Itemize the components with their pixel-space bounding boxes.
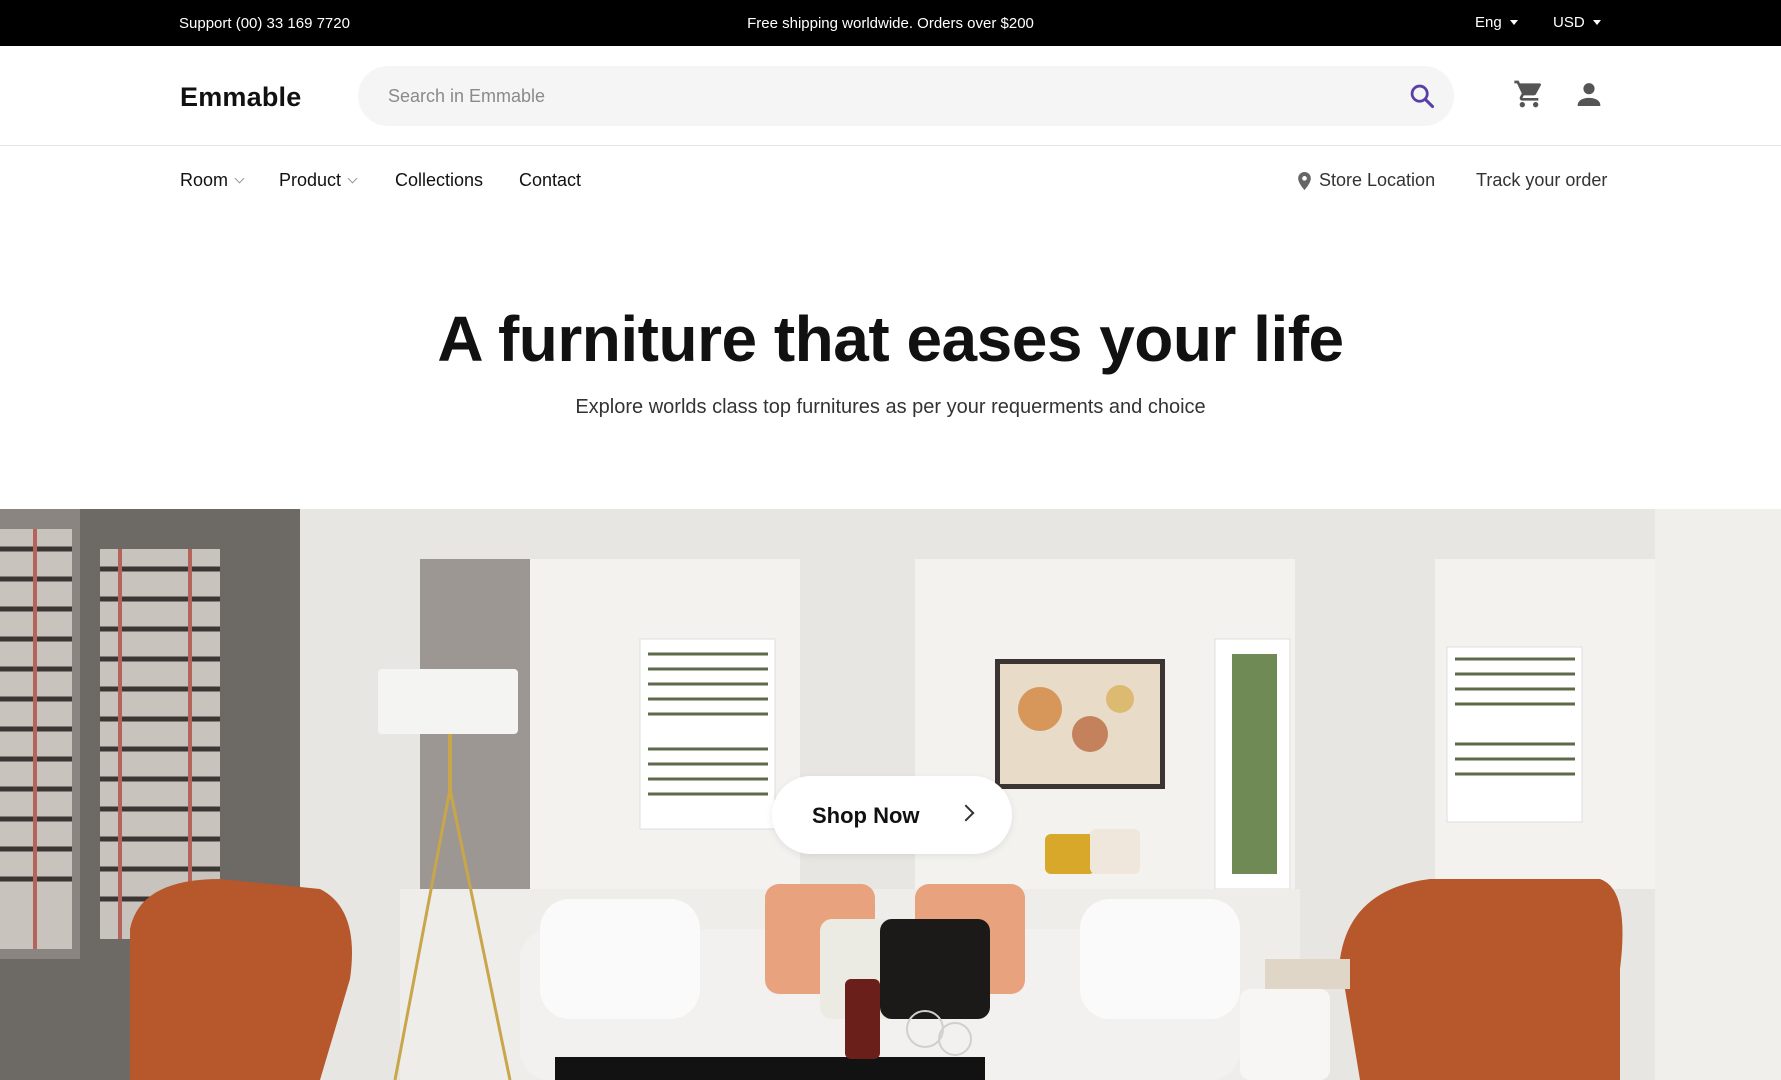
nav-item-room[interactable]: Room [180, 170, 245, 191]
map-pin-icon [1298, 171, 1311, 190]
shop-now-label: Shop Now [812, 803, 920, 828]
language-select[interactable]: Eng [1475, 14, 1518, 31]
nav-item-label: Room [180, 170, 229, 190]
hero-subtitle: Explore worlds class top furnitures as p… [575, 396, 1206, 418]
search-bar [358, 66, 1454, 126]
track-order-label: Track your order [1476, 170, 1608, 190]
main-nav: Room Product Collections Contact Store L… [0, 147, 1781, 213]
top-bar: Support (00) 33 169 7720 Free shipping w… [0, 0, 1781, 46]
hero-title: A furniture that eases your life [437, 303, 1344, 375]
store-location-label: Store Location [1319, 170, 1436, 190]
currency-value: USD [1553, 14, 1585, 31]
nav-item-label: Collections [395, 170, 484, 190]
logo[interactable]: Emmable [180, 82, 301, 113]
store-location-link[interactable]: Store Location [1298, 170, 1435, 191]
chevron-right-icon [957, 804, 975, 822]
cart-icon[interactable] [1513, 78, 1545, 110]
currency-select[interactable]: USD [1553, 14, 1601, 31]
nav-item-product[interactable]: Product [279, 170, 358, 191]
nav-item-contact[interactable]: Contact [519, 170, 581, 191]
caret-down-icon [1592, 20, 1601, 25]
nav-item-label: Contact [519, 170, 582, 190]
nav-item-label: Product [279, 170, 342, 190]
nav-item-collections[interactable]: Collections [395, 170, 483, 191]
language-value: Eng [1475, 14, 1502, 31]
shop-now-button[interactable]: Shop Now [772, 776, 1012, 854]
chevron-down-icon [347, 173, 358, 184]
site-header: Emmable [0, 46, 1781, 146]
user-icon[interactable] [1573, 78, 1605, 110]
caret-down-icon [1509, 20, 1518, 25]
chevron-down-icon [234, 173, 245, 184]
search-input[interactable] [388, 66, 1348, 126]
track-order-link[interactable]: Track your order [1476, 170, 1607, 191]
search-icon[interactable] [1408, 82, 1436, 110]
